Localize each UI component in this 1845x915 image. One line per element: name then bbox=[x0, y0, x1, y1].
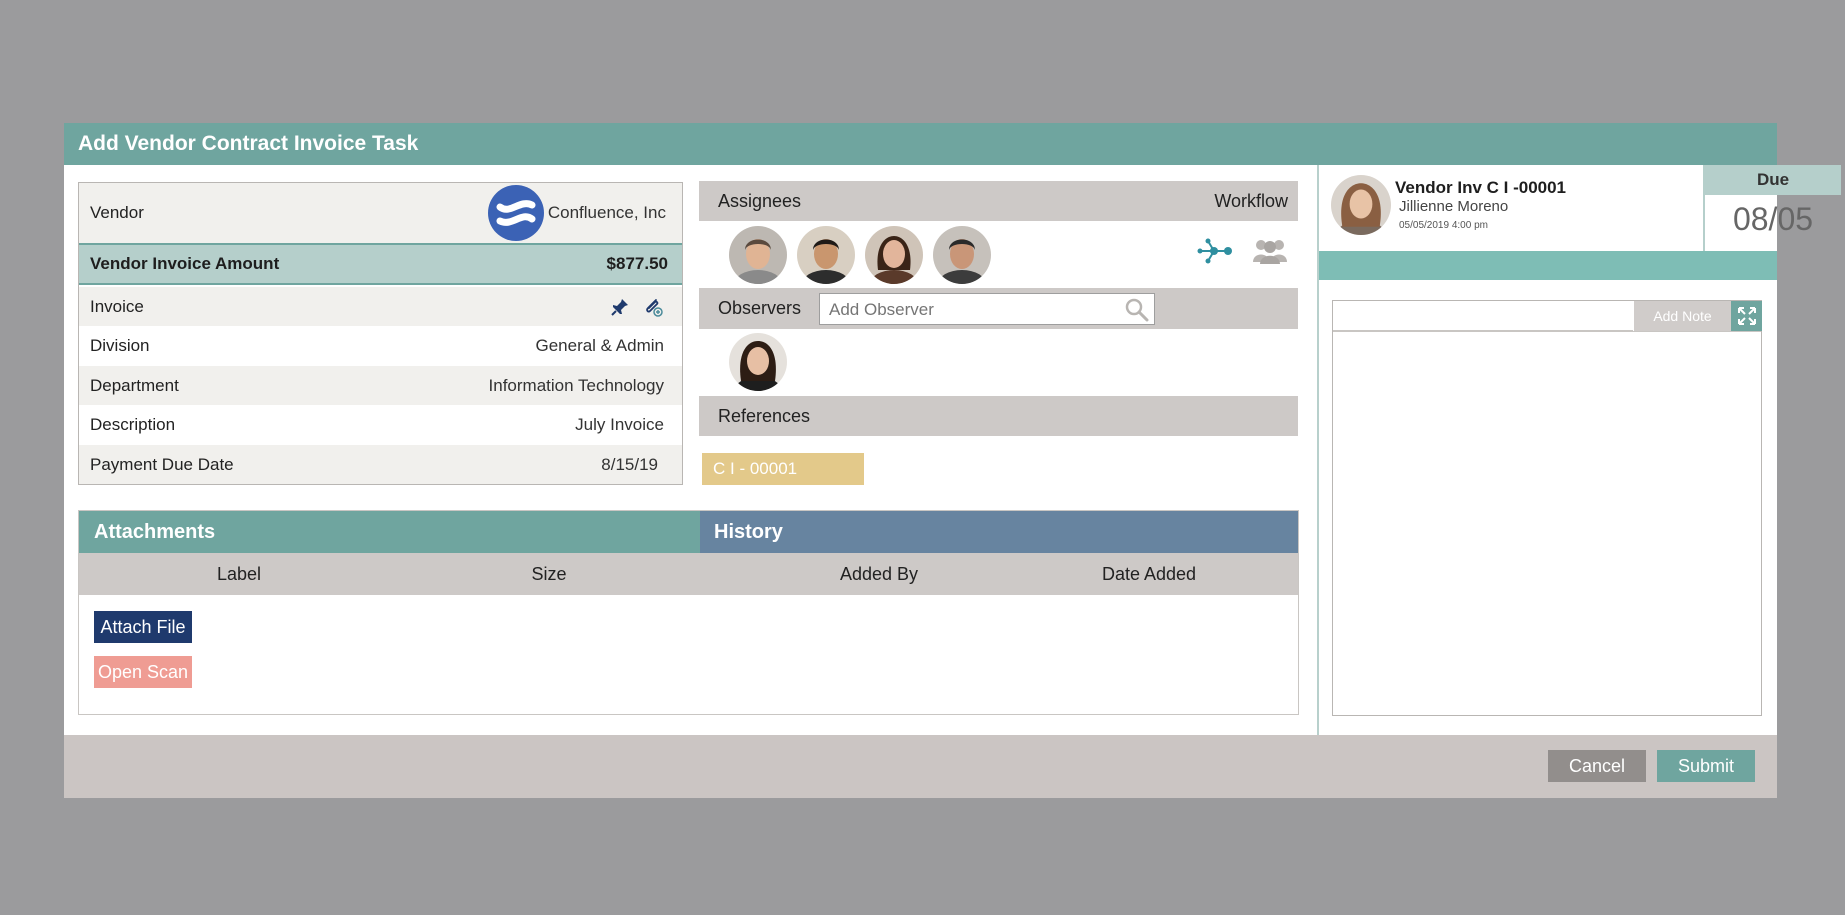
invoice-label: Invoice bbox=[90, 296, 144, 316]
search-icon[interactable] bbox=[1124, 297, 1150, 323]
dialog-footer: Cancel Submit bbox=[64, 735, 1777, 798]
due-date: 08/05 bbox=[1732, 201, 1814, 237]
division-value: General & Admin bbox=[535, 336, 664, 355]
workflow-network-icon[interactable] bbox=[1194, 237, 1234, 265]
description-value: July Invoice bbox=[575, 415, 664, 434]
add-observer-input[interactable] bbox=[820, 294, 1121, 326]
observer-avatar[interactable] bbox=[729, 333, 787, 391]
department-value: Information Technology bbox=[488, 375, 664, 395]
reference-tag[interactable]: C I - 00001 bbox=[702, 453, 864, 485]
open-scan-button[interactable]: Open Scan bbox=[94, 656, 192, 688]
amount-label: Vendor Invoice Amount bbox=[90, 254, 280, 273]
payment-due-value: 8/15/19 bbox=[601, 454, 658, 474]
pin-icon[interactable] bbox=[610, 297, 630, 317]
department-row: Department Information Technology bbox=[79, 366, 682, 405]
task-card: Vendor Inv C I -00001 Jillienne Moreno 0… bbox=[1319, 165, 1841, 251]
division-label: Division bbox=[90, 336, 150, 355]
submit-button[interactable]: Submit bbox=[1657, 750, 1755, 782]
description-row: Description July Invoice bbox=[79, 405, 682, 445]
note-input[interactable] bbox=[1333, 301, 1633, 331]
references-label: References bbox=[718, 406, 811, 426]
dialog-title: Add Vendor Contract Invoice Task bbox=[64, 123, 1777, 165]
assignee-avatar[interactable] bbox=[797, 226, 855, 284]
workflow-label[interactable]: Workflow bbox=[1214, 181, 1288, 221]
task-status-bar bbox=[1319, 251, 1777, 280]
attachment-paperclip-icon[interactable] bbox=[642, 296, 664, 318]
column-header-size: Size bbox=[531, 564, 567, 584]
task-timestamp: 05/05/2019 4:00 pm bbox=[1399, 220, 1488, 231]
invoice-amount-row: Vendor Invoice Amount $877.50 bbox=[79, 245, 682, 285]
assignee-avatar[interactable] bbox=[865, 226, 923, 284]
payment-due-row: Payment Due Date 8/15/19 bbox=[79, 445, 682, 484]
payment-due-label: Payment Due Date bbox=[90, 454, 234, 474]
assignee-avatar[interactable] bbox=[933, 226, 991, 284]
notes-separator bbox=[1333, 331, 1761, 332]
vendor-label: Vendor bbox=[90, 203, 144, 222]
amount-value: $877.50 bbox=[606, 254, 668, 273]
description-label: Description bbox=[90, 415, 176, 434]
column-header-added-by: Added By bbox=[839, 564, 919, 584]
due-label: Due bbox=[1705, 165, 1841, 195]
vendor-logo-icon bbox=[487, 185, 544, 241]
cancel-button[interactable]: Cancel bbox=[1548, 750, 1646, 782]
history-title: History bbox=[700, 511, 1298, 553]
add-note-button[interactable]: Add Note bbox=[1634, 301, 1731, 331]
division-row: Division General & Admin bbox=[79, 326, 682, 366]
assignees-label: Assignees bbox=[718, 191, 802, 211]
add-observer-field[interactable] bbox=[819, 293, 1155, 326]
add-task-dialog: Add Vendor Contract Invoice Task Vendor … bbox=[64, 123, 1841, 798]
group-users-icon[interactable] bbox=[1252, 236, 1288, 266]
vendor-name: Confluence, Inc bbox=[547, 203, 666, 222]
vendor-row: Vendor Confluence, Inc bbox=[79, 183, 682, 245]
attach-file-button[interactable]: Attach File bbox=[94, 611, 192, 643]
assignee-avatar[interactable] bbox=[729, 226, 787, 284]
observers-label: Observers bbox=[718, 298, 802, 318]
attachments-history-panel: Attachments History Label Size Added By … bbox=[78, 510, 1299, 715]
references-header: References bbox=[699, 396, 1298, 436]
assignees-header: Assignees Workflow bbox=[699, 181, 1298, 221]
column-header-label: Label bbox=[216, 564, 262, 584]
column-header-date-added: Date Added bbox=[1101, 564, 1197, 584]
expand-icon[interactable] bbox=[1731, 301, 1762, 331]
attachments-title: Attachments bbox=[79, 511, 700, 553]
task-title: Vendor Inv C I -00001 bbox=[1395, 178, 1567, 197]
observers-header: Observers bbox=[699, 288, 1298, 329]
department-label: Department bbox=[90, 375, 179, 395]
owner-avatar bbox=[1331, 175, 1391, 235]
vendor-details-panel: Vendor Confluence, Inc Vendor Invoice Am… bbox=[78, 182, 683, 485]
notes-panel: Add Note bbox=[1332, 300, 1762, 716]
table-header-row: Label Size Added By Date Added bbox=[79, 553, 1298, 595]
task-person: Jillienne Moreno bbox=[1399, 198, 1509, 215]
invoice-row: Invoice bbox=[79, 287, 682, 326]
